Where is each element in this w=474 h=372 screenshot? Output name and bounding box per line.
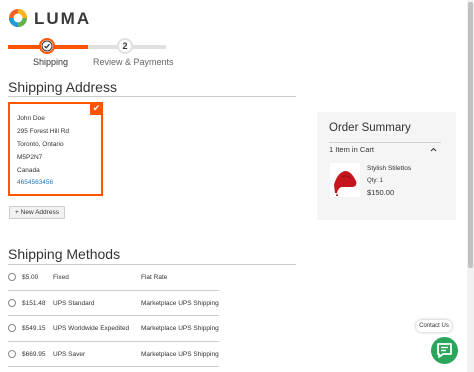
shipping-method-name: UPS Standard <box>53 300 95 307</box>
shipping-method-radio[interactable] <box>8 324 16 332</box>
table-row-divider <box>8 366 219 367</box>
checkmark-icon <box>41 40 53 52</box>
shipping-method-carrier: Marketplace UPS Shipping <box>141 300 219 307</box>
new-address-button[interactable]: + New Address <box>9 206 65 219</box>
shipping-method-price: $669.95 <box>22 351 46 358</box>
section-divider <box>8 96 296 97</box>
shipping-method-name: UPS Saver <box>53 351 86 358</box>
address-country: Canada <box>17 167 40 174</box>
shipping-method-radio[interactable] <box>8 273 16 281</box>
address-postcode: M5P2N7 <box>17 154 43 161</box>
shipping-address-title: Shipping Address <box>8 79 117 95</box>
summary-divider <box>329 142 441 143</box>
shipping-methods-title: Shipping Methods <box>8 246 121 262</box>
address-city: Toronto, Ontario <box>17 141 64 148</box>
step-review-label: Review & Payments <box>93 57 174 67</box>
shipping-method-price: $549.15 <box>22 325 46 332</box>
section-divider <box>8 264 296 265</box>
shipping-method-radio[interactable] <box>8 350 16 358</box>
luma-logo-icon[interactable] <box>8 8 28 28</box>
shipping-method-carrier: Flat Rate <box>141 274 168 281</box>
chat-icon <box>437 343 452 358</box>
product-qty: Qty: 1 <box>367 178 384 184</box>
step-shipping-indicator <box>39 38 55 54</box>
chat-button[interactable] <box>431 337 458 364</box>
table-row-divider <box>8 290 219 291</box>
brand-name[interactable]: LUMA <box>34 9 91 29</box>
shipping-method-name: Fixed <box>53 274 69 281</box>
table-row-divider <box>8 341 219 342</box>
selected-check-icon: ✔ <box>90 102 103 115</box>
page-scrollbar-thumb[interactable] <box>468 2 473 268</box>
items-in-cart-toggle[interactable]: 1 Item in Cart <box>329 145 374 154</box>
address-street: 295 Forest Hill Rd <box>17 128 70 135</box>
address-phone-link[interactable]: 4654563456 <box>17 179 53 186</box>
address-name: John Doe <box>17 115 45 122</box>
product-name: Stylish Stilettos <box>367 165 412 172</box>
shipping-method-name: UPS Worldwide Expedited <box>53 325 130 332</box>
table-row-divider <box>8 315 219 316</box>
product-thumbnail-stilettos[interactable] <box>330 163 360 197</box>
shipping-method-radio[interactable] <box>8 299 16 307</box>
step-shipping-label: Shipping <box>33 57 69 67</box>
shipping-method-price: $151.48 <box>22 300 46 307</box>
order-summary-title: Order Summary <box>329 122 411 134</box>
product-price: $150.00 <box>367 188 395 197</box>
shipping-method-price: $5.00 <box>22 274 39 281</box>
shipping-method-carrier: Marketplace UPS Shipping <box>141 351 219 358</box>
step-review-indicator: 2 <box>117 38 133 54</box>
shipping-method-carrier: Marketplace UPS Shipping <box>141 325 219 332</box>
contact-us-label[interactable]: Contact Us <box>416 320 452 332</box>
chevron-up-icon[interactable] <box>430 146 437 153</box>
